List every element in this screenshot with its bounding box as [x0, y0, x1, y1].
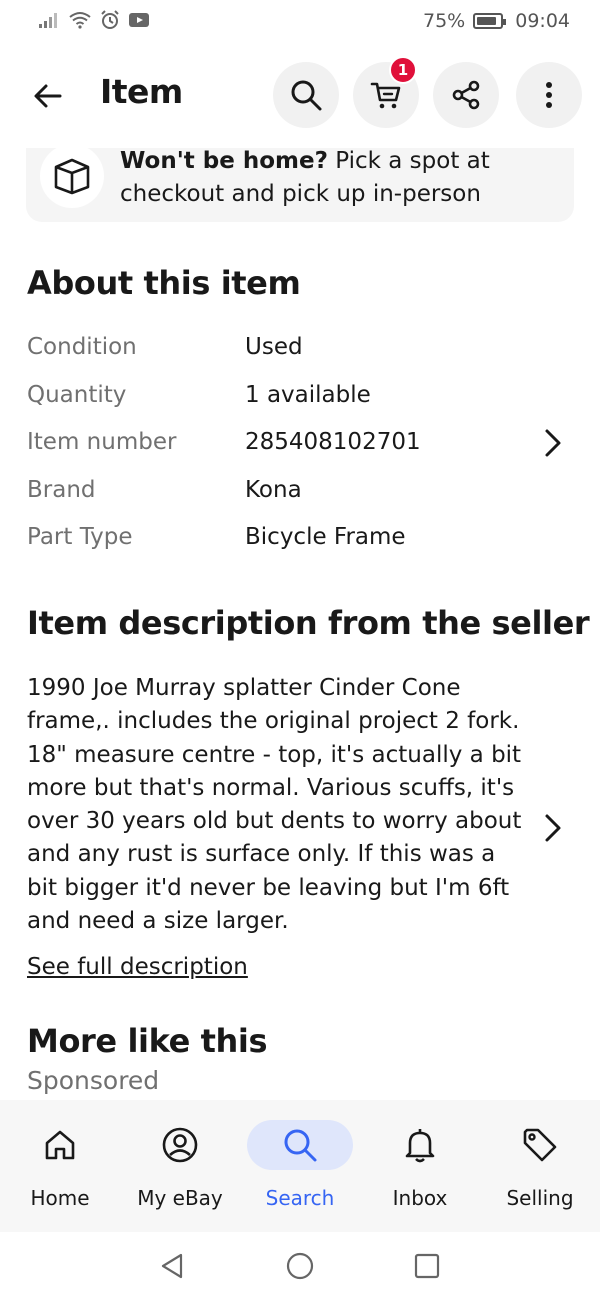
nav-search[interactable]: Search — [240, 1100, 360, 1232]
chevron-right-icon[interactable] — [541, 810, 565, 846]
system-back-button[interactable] — [156, 1250, 188, 1282]
clock: 09:04 — [515, 10, 570, 32]
pickup-text: Won't be home? Pick a spot at checkout a… — [120, 145, 560, 211]
wifi-icon — [69, 12, 91, 29]
status-icons-right: 75% 09:04 — [423, 10, 570, 32]
share-button[interactable] — [433, 62, 499, 128]
nav-icon-wrap — [367, 1120, 473, 1170]
cart-button[interactable]: 1 — [353, 56, 419, 128]
more-like-this-title: More like this — [27, 1022, 268, 1060]
see-full-description-link[interactable]: See full description — [27, 954, 248, 980]
pickup-headline: Won't be home? — [120, 148, 328, 174]
box-icon-wrap — [40, 144, 104, 208]
status-icons-left — [38, 10, 150, 30]
nav-label: Search — [265, 1186, 335, 1210]
spec-label: Condition — [27, 334, 137, 360]
pickup-banner[interactable]: Won't be home? Pick a spot at checkout a… — [26, 144, 574, 222]
system-home-button[interactable] — [284, 1250, 316, 1282]
account-icon — [162, 1127, 198, 1163]
bottom-nav: Home My eBay Search Inbox Selling — [0, 1100, 600, 1232]
spec-label: Item number — [27, 429, 177, 455]
more-options-button[interactable] — [516, 62, 582, 128]
search-button[interactable] — [273, 62, 339, 128]
more-vertical-icon — [546, 82, 552, 108]
spec-value: 285408102701 — [245, 429, 421, 455]
search-icon — [291, 80, 322, 111]
nav-icon-wrap — [487, 1120, 593, 1170]
battery-icon — [473, 13, 507, 29]
spec-row-brand: Brand Kona — [27, 471, 573, 511]
nav-label: Home — [30, 1186, 90, 1210]
spec-value: 1 available — [245, 382, 371, 408]
tag-icon — [523, 1128, 557, 1162]
nav-label: My eBay — [137, 1186, 223, 1210]
box-icon — [54, 158, 90, 195]
home-icon — [45, 1130, 75, 1160]
battery-percent: 75% — [423, 10, 466, 32]
triangle-back-icon — [161, 1253, 183, 1279]
nav-inbox[interactable]: Inbox — [360, 1100, 480, 1232]
back-button[interactable] — [28, 76, 68, 116]
nav-my-ebay[interactable]: My eBay — [120, 1100, 240, 1232]
alarm-icon — [101, 10, 119, 29]
nav-icon-wrap — [7, 1120, 113, 1170]
nav-icon-wrap — [127, 1120, 233, 1170]
cart-count-badge: 1 — [389, 56, 417, 84]
back-arrow-icon — [34, 84, 62, 108]
nav-home[interactable]: Home — [0, 1100, 120, 1232]
spec-label: Quantity — [27, 382, 127, 408]
square-recents-icon — [414, 1253, 440, 1279]
spec-value: Bicycle Frame — [245, 524, 406, 550]
search-icon — [284, 1129, 317, 1162]
nav-label: Selling — [506, 1186, 574, 1210]
about-title: About this item — [27, 264, 301, 302]
nav-selling[interactable]: Selling — [480, 1100, 600, 1232]
share-icon — [452, 80, 480, 110]
spec-row-condition: Condition Used — [27, 328, 573, 368]
spec-row-part-type: Part Type Bicycle Frame — [27, 518, 573, 558]
sponsored-label: Sponsored — [27, 1066, 160, 1095]
spec-row-quantity: Quantity 1 available — [27, 376, 573, 416]
nav-icon-wrap — [247, 1120, 353, 1170]
spec-value: Used — [245, 334, 303, 360]
spec-row-item-number[interactable]: Item number 285408102701 — [27, 423, 573, 463]
spec-label: Part Type — [27, 524, 133, 550]
app-header: Item 1 — [0, 56, 600, 134]
description-text[interactable]: 1990 Joe Murray splatter Cinder Cone fra… — [27, 672, 527, 938]
status-bar: 75% 09:04 — [0, 0, 600, 44]
system-nav-bar — [0, 1232, 600, 1299]
page-title: Item — [100, 72, 183, 111]
circle-home-icon — [286, 1252, 314, 1280]
signal-icon — [39, 13, 57, 28]
bell-icon — [405, 1129, 435, 1163]
spec-label: Brand — [27, 477, 96, 503]
chevron-right-icon[interactable] — [541, 425, 565, 461]
system-recents-button[interactable] — [411, 1250, 443, 1282]
youtube-icon — [129, 13, 149, 27]
description-title: Item description from the seller — [27, 604, 590, 642]
nav-label: Inbox — [392, 1186, 448, 1210]
spec-value: Kona — [245, 477, 302, 503]
